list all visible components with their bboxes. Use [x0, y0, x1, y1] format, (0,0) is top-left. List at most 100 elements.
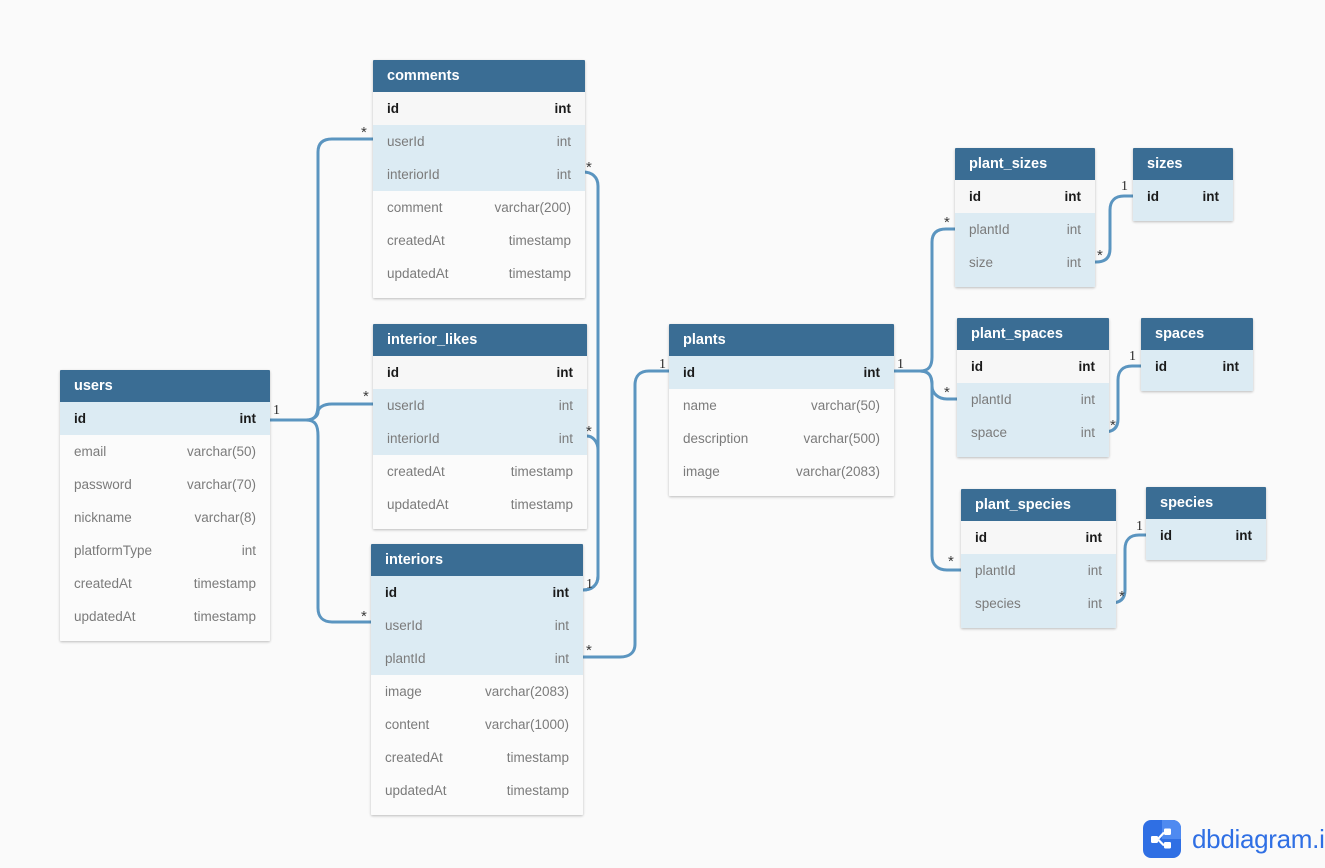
table-plant_species[interactable]: plant_species id int plantId int species int [961, 489, 1116, 628]
field-row[interactable]: email varchar(50) [60, 435, 270, 468]
field-row[interactable]: id int [961, 521, 1116, 554]
cardinality-marker: * [944, 214, 950, 231]
field-row[interactable]: plantId int [955, 213, 1095, 246]
field-row[interactable]: id int [1146, 519, 1266, 552]
field-row[interactable]: id int [373, 92, 585, 125]
field-row[interactable]: createdAt timestamp [373, 455, 587, 488]
field-row[interactable]: createdAt timestamp [371, 741, 583, 774]
table-comments[interactable]: comments id int userId int interiorId int comme… [373, 60, 585, 298]
field-row[interactable]: id int [669, 356, 894, 389]
field-name: interiorId [387, 431, 440, 446]
field-row[interactable]: userId int [373, 125, 585, 158]
field-type: timestamp [508, 233, 571, 248]
table-users[interactable]: users id int email varchar(50) password varcha… [60, 370, 270, 641]
field-row[interactable]: id int [371, 576, 583, 609]
field-row[interactable]: id int [957, 350, 1109, 383]
field-row[interactable]: image varchar(2083) [669, 455, 894, 488]
table-header-spaces[interactable]: spaces [1141, 318, 1253, 350]
field-name: id [1147, 189, 1159, 204]
cardinality-marker: 1 [1136, 519, 1143, 534]
field-row[interactable]: createdAt timestamp [373, 224, 585, 257]
field-type: int [863, 365, 881, 380]
table-header-interiors[interactable]: interiors [371, 544, 583, 576]
field-row[interactable]: platformType int [60, 534, 270, 567]
field-row[interactable]: space int [957, 416, 1109, 449]
field-row[interactable]: password varchar(70) [60, 468, 270, 501]
table-header-interior_likes[interactable]: interior_likes [373, 324, 587, 356]
table-header-comments[interactable]: comments [373, 60, 585, 92]
field-name: size [969, 255, 994, 270]
field-name: image [683, 464, 720, 479]
field-type: int [1066, 222, 1081, 237]
field-type: int [1085, 530, 1103, 545]
field-row[interactable]: userId int [373, 389, 587, 422]
field-row[interactable]: name varchar(50) [669, 389, 894, 422]
field-row[interactable]: updatedAt timestamp [373, 257, 585, 290]
diagram-canvas[interactable]: users id int email varchar(50) password varcha… [0, 0, 1325, 868]
table-header-species[interactable]: species [1146, 487, 1266, 519]
table-species[interactable]: species id int [1146, 487, 1266, 560]
cardinality-marker: * [1119, 588, 1125, 605]
field-row[interactable]: species int [961, 587, 1116, 620]
field-row[interactable]: description varchar(500) [669, 422, 894, 455]
table-plant_spaces[interactable]: plant_spaces id int plantId int space int [957, 318, 1109, 457]
field-type: int [1080, 425, 1095, 440]
table-header-plant_spaces[interactable]: plant_spaces [957, 318, 1109, 350]
cardinality-marker: * [361, 124, 367, 141]
cardinality-marker: 1 [273, 403, 280, 418]
field-row[interactable]: image varchar(2083) [371, 675, 583, 708]
field-type: varchar(8) [194, 510, 256, 525]
field-row[interactable]: content varchar(1000) [371, 708, 583, 741]
field-name: password [74, 477, 132, 492]
field-row[interactable]: updatedAt timestamp [371, 774, 583, 807]
table-interiors[interactable]: interiors id int userId int plantId int image va… [371, 544, 583, 815]
field-row[interactable]: interiorId int [373, 158, 585, 191]
field-row[interactable]: id int [1133, 180, 1233, 213]
table-header-plant_species[interactable]: plant_species [961, 489, 1116, 521]
field-type: varchar(1000) [484, 717, 569, 732]
field-row[interactable]: updatedAt timestamp [373, 488, 587, 521]
field-type: int [1064, 189, 1082, 204]
table-interior_likes[interactable]: interior_likes id int userId int interiorId in… [373, 324, 587, 529]
field-type: varchar(2083) [795, 464, 880, 479]
field-type: timestamp [506, 783, 569, 798]
table-spaces[interactable]: spaces id int [1141, 318, 1253, 391]
field-row[interactable]: id int [60, 402, 270, 435]
field-row[interactable]: id int [373, 356, 587, 389]
field-name: id [387, 101, 399, 116]
field-row[interactable]: updatedAt timestamp [60, 600, 270, 633]
field-name: platformType [74, 543, 153, 558]
field-row[interactable]: createdAt timestamp [60, 567, 270, 600]
field-row[interactable]: userId int [371, 609, 583, 642]
table-plants[interactable]: plants id int name varchar(50) description var… [669, 324, 894, 496]
table-header-plant_sizes[interactable]: plant_sizes [955, 148, 1095, 180]
share-nodes-icon [1143, 820, 1181, 858]
table-header-users[interactable]: users [60, 370, 270, 402]
field-row[interactable]: plantId int [957, 383, 1109, 416]
table-header-sizes[interactable]: sizes [1133, 148, 1233, 180]
cardinality-marker: * [1097, 247, 1103, 264]
table-sizes[interactable]: sizes id int [1133, 148, 1233, 221]
field-row[interactable]: interiorId int [373, 422, 587, 455]
dbdiagram-branding[interactable]: dbdiagram.io [1143, 820, 1325, 858]
edge-users-interior-likes [304, 402, 375, 422]
table-footer-pad [1141, 383, 1253, 391]
table-header-plants[interactable]: plants [669, 324, 894, 356]
field-row[interactable]: id int [1141, 350, 1253, 383]
field-row[interactable]: plantId int [961, 554, 1116, 587]
field-name: updatedAt [74, 609, 136, 624]
field-name: plantId [385, 651, 426, 666]
field-row[interactable]: size int [955, 246, 1095, 279]
field-row[interactable]: id int [955, 180, 1095, 213]
table-footer-pad [957, 449, 1109, 457]
field-row[interactable]: comment varchar(200) [373, 191, 585, 224]
table-plant_sizes[interactable]: plant_sizes id int plantId int size int [955, 148, 1095, 287]
field-type: int [1087, 563, 1102, 578]
field-type: int [556, 134, 571, 149]
field-name: id [683, 365, 695, 380]
field-row[interactable]: plantId int [371, 642, 583, 675]
field-type: int [239, 411, 257, 426]
field-name: comment [387, 200, 443, 215]
field-type: int [1066, 255, 1081, 270]
field-row[interactable]: nickname varchar(8) [60, 501, 270, 534]
